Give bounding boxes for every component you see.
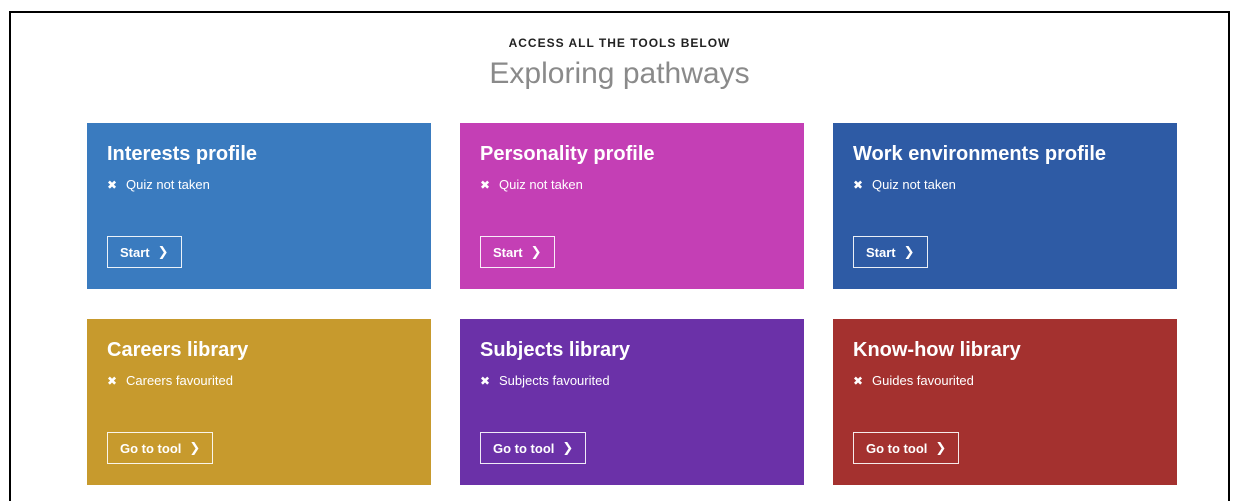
card-title: Work environments profile [853,143,1107,165]
card-personality-profile: Personality profile ✖ Quiz not taken Sta… [460,123,804,289]
card-title: Know-how library [853,339,1021,361]
button-label: Start [120,244,150,260]
card-status-text: Quiz not taken [499,177,583,192]
chevron-right-icon: ❯ [157,244,169,259]
tools-section: ACCESS ALL THE TOOLS BELOW Exploring pat… [9,11,1230,501]
go-to-tool-button[interactable]: Go to tool ❯ [853,432,960,464]
chevron-right-icon: ❯ [189,440,201,455]
close-icon: ✖ [853,177,864,192]
chevron-right-icon: ❯ [530,244,542,259]
card-status: ✖ Quiz not taken [853,177,956,192]
close-icon: ✖ [480,373,491,388]
start-button[interactable]: Start ❯ [480,236,555,268]
page-title: Exploring pathways [489,57,750,90]
card-status-text: Quiz not taken [872,177,956,192]
close-icon: ✖ [853,373,864,388]
card-status-text: Guides favourited [872,373,974,388]
chevron-right-icon: ❯ [562,440,574,455]
section-eyebrow: ACCESS ALL THE TOOLS BELOW [508,36,731,50]
card-subjects-library: Subjects library ✖ Subjects favourited G… [460,319,804,485]
card-work-environments-profile: Work environments profile ✖ Quiz not tak… [833,123,1177,289]
button-label: Go to tool [493,440,555,456]
button-label: Go to tool [866,440,928,456]
close-icon: ✖ [107,373,118,388]
card-title: Interests profile [107,143,258,165]
button-label: Go to tool [120,440,182,456]
card-title: Careers library [107,339,249,361]
go-to-tool-button[interactable]: Go to tool ❯ [107,432,214,464]
button-label: Start [493,244,523,260]
card-status-text: Quiz not taken [126,177,210,192]
card-status: ✖ Guides favourited [853,373,974,388]
card-careers-library: Careers library ✖ Careers favourited Go … [87,319,431,485]
card-status: ✖ Quiz not taken [480,177,583,192]
button-label: Start [866,244,896,260]
chevron-right-icon: ❯ [903,244,915,259]
chevron-right-icon: ❯ [935,440,947,455]
card-status: ✖ Quiz not taken [107,177,210,192]
close-icon: ✖ [107,177,118,192]
start-button[interactable]: Start ❯ [107,236,182,268]
card-title: Personality profile [480,143,655,165]
card-status-text: Subjects favourited [499,373,610,388]
card-status: ✖ Careers favourited [107,373,233,388]
card-interests-profile: Interests profile ✖ Quiz not taken Start… [87,123,431,289]
card-title: Subjects library [480,339,631,361]
card-know-how-library: Know-how library ✖ Guides favourited Go … [833,319,1177,485]
start-button[interactable]: Start ❯ [853,236,928,268]
close-icon: ✖ [480,177,491,192]
card-status-text: Careers favourited [126,373,233,388]
card-status: ✖ Subjects favourited [480,373,610,388]
go-to-tool-button[interactable]: Go to tool ❯ [480,432,587,464]
